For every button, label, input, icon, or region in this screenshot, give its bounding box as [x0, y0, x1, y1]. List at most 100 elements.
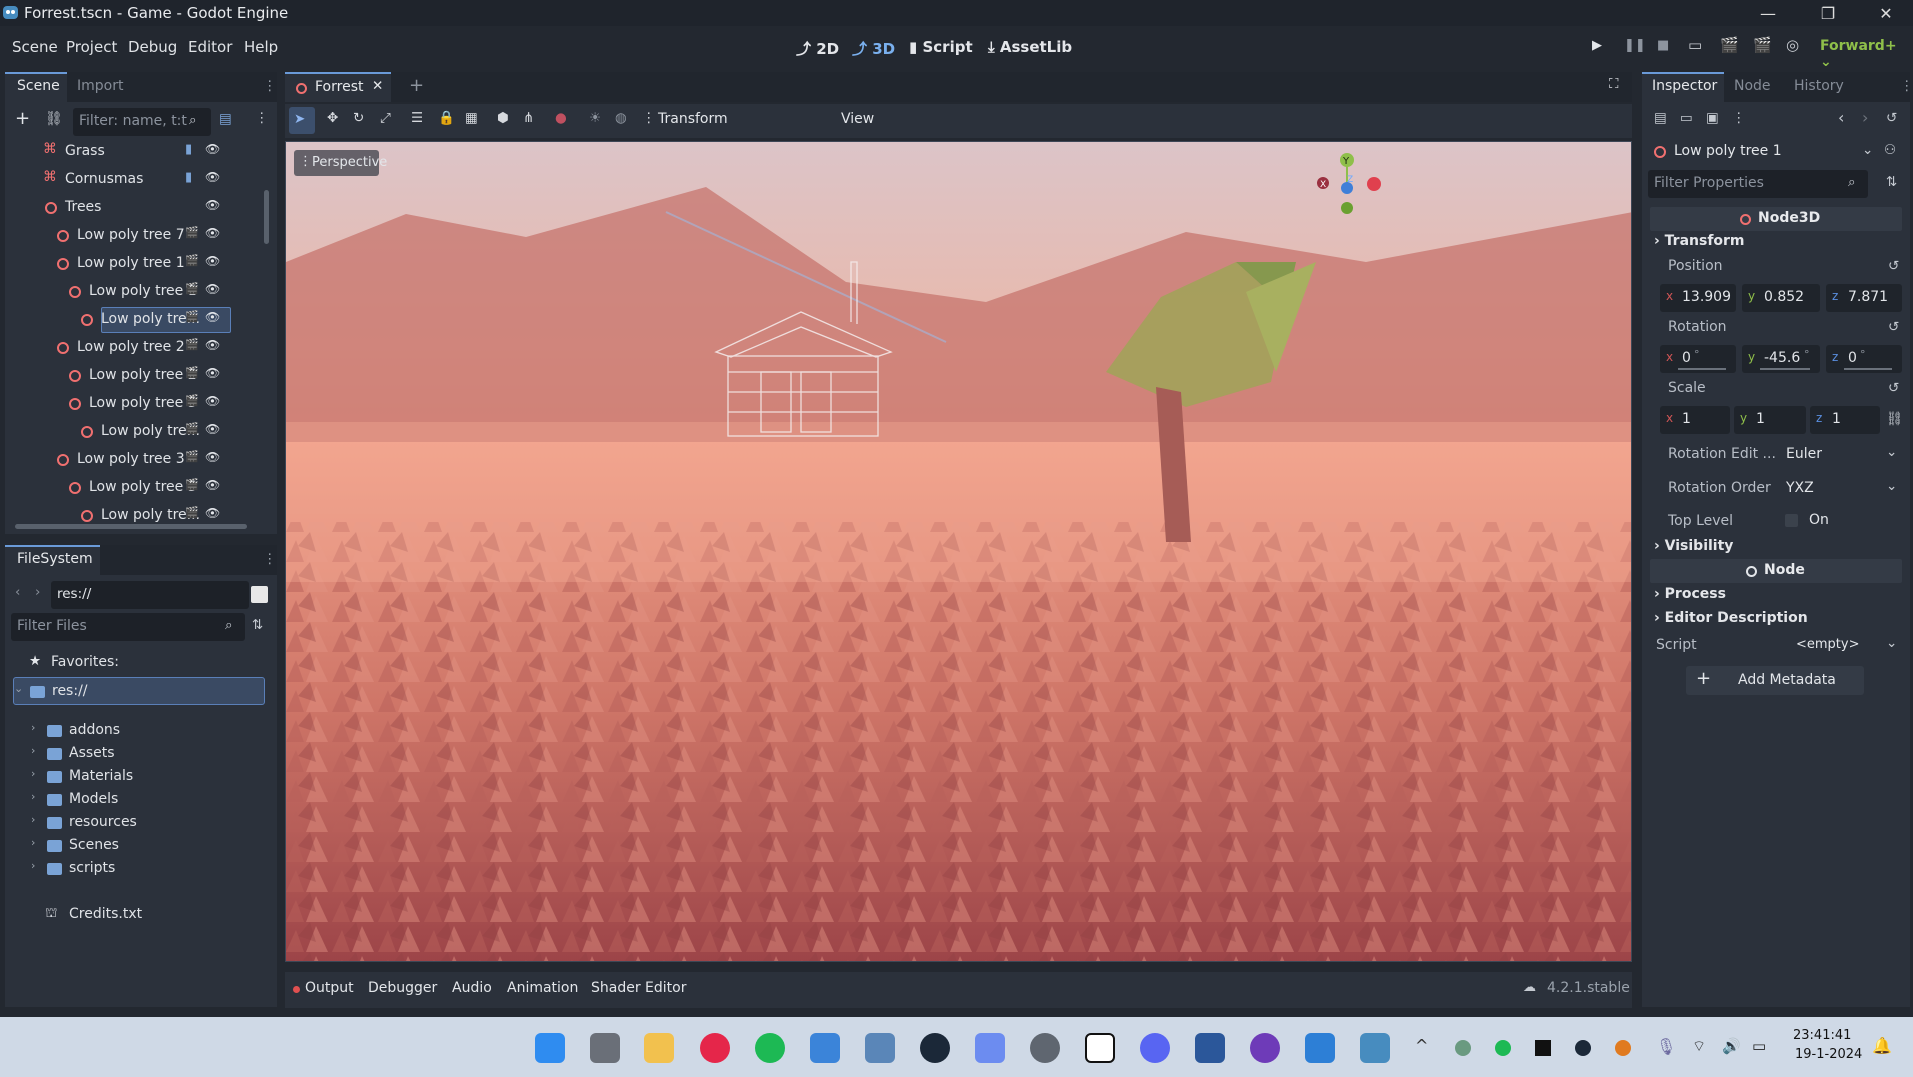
copilot-icon[interactable]: [975, 1033, 1005, 1063]
scene-tree-row[interactable]: Low poly tre... 🎬 👁: [15, 418, 223, 446]
pause-icon[interactable]: ❚❚: [1624, 38, 1646, 53]
open-in-editor-icon[interactable]: 🎬: [185, 226, 199, 239]
scale-x-field[interactable]: x1: [1660, 406, 1730, 434]
microphone-icon[interactable]: 🎙: [1656, 1037, 1676, 1056]
tab-filesystem[interactable]: FileSystem: [17, 551, 93, 567]
rotation-edit-select[interactable]: Euler ⌄: [1778, 440, 1900, 468]
attach-script-icon[interactable]: ▤: [219, 111, 232, 127]
chevron-up-icon[interactable]: ^: [1415, 1036, 1428, 1055]
tab-output[interactable]: Output: [305, 980, 354, 996]
photos-icon[interactable]: [865, 1033, 895, 1063]
scene-filter-input[interactable]: Filter: name, t:t ⌕: [73, 108, 211, 136]
menu-editor[interactable]: Editor: [188, 38, 232, 56]
add-node-icon[interactable]: +: [15, 108, 30, 129]
scene-tree-row[interactable]: Low poly tree 1 🎬 👁: [15, 278, 223, 306]
open-in-editor-icon[interactable]: 🎬: [185, 338, 199, 351]
scene-tree-hscrollbar[interactable]: [15, 524, 247, 529]
scale-y-field[interactable]: y1: [1734, 406, 1806, 434]
steam-icon[interactable]: [920, 1033, 950, 1063]
scale-z-field[interactable]: z1: [1810, 406, 1880, 434]
position-z-field[interactable]: z 7.871: [1826, 284, 1902, 312]
history-forward-icon[interactable]: ›: [1862, 108, 1868, 127]
clock-date[interactable]: 19-1-2024: [1795, 1047, 1862, 1062]
snap-icon[interactable]: ⋔: [523, 110, 534, 126]
link-icon[interactable]: ⛓: [1886, 411, 1903, 427]
open-in-editor-icon[interactable]: 🎬: [185, 450, 199, 463]
res-root-row[interactable]: ⌄ res://: [13, 677, 265, 705]
visibility-eye-icon[interactable]: 👁: [205, 310, 220, 324]
scene-tree-row[interactable]: Low poly tre... 🎬 👁: [15, 306, 231, 334]
discord-icon[interactable]: [1140, 1033, 1170, 1063]
instance-scene-icon[interactable]: ⛓: [45, 111, 63, 127]
play-icon[interactable]: ▶: [1592, 38, 1602, 53]
renderer-select[interactable]: Forward+ ⌄: [1820, 38, 1913, 70]
tab-animation[interactable]: Animation: [507, 980, 578, 996]
filter-properties-input[interactable]: Filter Properties ⌕: [1648, 170, 1868, 198]
visibility-eye-icon[interactable]: 👁: [205, 282, 220, 296]
visibility-eye-icon[interactable]: 👁: [205, 394, 220, 408]
tray-app-icon[interactable]: [1455, 1040, 1471, 1056]
add-metadata-button[interactable]: + Add Metadata: [1686, 666, 1864, 695]
scene-tree-row[interactable]: Low poly tree 1 🎬 👁: [15, 250, 223, 278]
windows-start-icon[interactable]: [535, 1033, 565, 1063]
tab-shader-editor[interactable]: Shader Editor: [591, 980, 686, 996]
dock-menu-icon[interactable]: ⋮: [1900, 78, 1913, 94]
rotation-y-slider[interactable]: [1760, 368, 1810, 370]
move-tool-icon[interactable]: ✥: [327, 110, 338, 126]
object-selector[interactable]: Low poly tree 1 ⌄: [1648, 138, 1876, 166]
favorites-row[interactable]: ★ Favorites:: [13, 649, 263, 677]
notion-tray-icon[interactable]: [1535, 1040, 1551, 1056]
transform-menu[interactable]: Transform: [658, 111, 728, 127]
script-icon[interactable]: ▮: [185, 170, 192, 185]
tab-scene[interactable]: Scene: [17, 78, 60, 94]
scene-tree-row[interactable]: Low poly tree 7 🎬 👁: [15, 222, 223, 250]
tab-import[interactable]: Import: [77, 78, 123, 94]
tab-node[interactable]: Node: [1734, 78, 1771, 94]
godot-icon[interactable]: [1360, 1033, 1390, 1063]
open-in-editor-icon[interactable]: 🎬: [185, 422, 199, 435]
scene-tab-forrest[interactable]: Forrest ✕: [285, 72, 391, 102]
script-icon[interactable]: ▮: [185, 142, 192, 157]
open-in-editor-icon[interactable]: 🎬: [185, 506, 199, 519]
3d-viewport[interactable]: ⋮ Perspective Y X Z: [285, 141, 1632, 962]
spotify-tray-icon[interactable]: [1495, 1040, 1511, 1056]
wifi-icon[interactable]: ⌔: [1692, 1037, 1706, 1056]
visibility-eye-icon[interactable]: 👁: [205, 506, 220, 520]
more-options-icon[interactable]: ⋮: [642, 110, 656, 126]
volume-icon[interactable]: 🔊: [1722, 1037, 1741, 1055]
workspace-2d-button[interactable]: ⤴ 2D: [796, 38, 839, 59]
section-editor-description[interactable]: › Editor Description: [1654, 610, 1808, 626]
update-spinner-icon[interactable]: ☁: [1523, 980, 1536, 995]
workspace-3d-button[interactable]: ⤴ 3D: [852, 38, 895, 59]
rotation-x-slider[interactable]: [1678, 368, 1726, 370]
menu-project[interactable]: Project: [66, 38, 117, 56]
position-y-field[interactable]: y 0.852: [1742, 284, 1820, 312]
visibility-eye-icon[interactable]: 👁: [205, 170, 220, 184]
new-resource-icon[interactable]: ▤: [1654, 110, 1667, 126]
close-window-button[interactable]: ✕: [1858, 0, 1913, 26]
tab-debugger[interactable]: Debugger: [368, 980, 437, 996]
scene-tree-row[interactable]: Low poly tree 2 🎬 👁: [15, 362, 223, 390]
battery-icon[interactable]: ▭: [1752, 1037, 1766, 1055]
revert-icon[interactable]: ↺: [1888, 380, 1899, 396]
filter-files-input[interactable]: Filter Files ⌕: [11, 613, 245, 641]
file-explorer-icon[interactable]: [644, 1033, 674, 1063]
local-space-icon[interactable]: ⬢: [497, 110, 509, 126]
play-scene-icon[interactable]: 🎬: [1720, 36, 1739, 54]
file-credits[interactable]: ⛫ Credits.txt: [23, 901, 273, 929]
visibility-eye-icon[interactable]: 👁: [205, 478, 220, 492]
scene-tree-row[interactable]: ⌘ Grass ▮ 👁: [15, 138, 223, 166]
tab-history[interactable]: History: [1794, 78, 1844, 94]
distraction-free-icon[interactable]: ⛶: [1609, 76, 1618, 92]
object-properties-icon[interactable]: ⚇: [1884, 142, 1896, 158]
scene-tree-row[interactable]: Trees 👁: [15, 194, 223, 222]
dock-menu-icon[interactable]: ⋮: [263, 78, 277, 94]
menu-debug[interactable]: Debug: [128, 38, 177, 56]
open-in-editor-icon[interactable]: 🎬: [185, 282, 199, 295]
visibility-eye-icon[interactable]: 👁: [205, 198, 220, 212]
sort-icon[interactable]: ⇅: [252, 617, 263, 633]
select-tool-icon[interactable]: ➤: [294, 111, 305, 127]
view-gizmo[interactable]: Y X Z: [1312, 152, 1382, 222]
scene-tree-scrollbar[interactable]: [264, 190, 269, 244]
filesystem-folder-row[interactable]: › scripts: [23, 855, 273, 883]
